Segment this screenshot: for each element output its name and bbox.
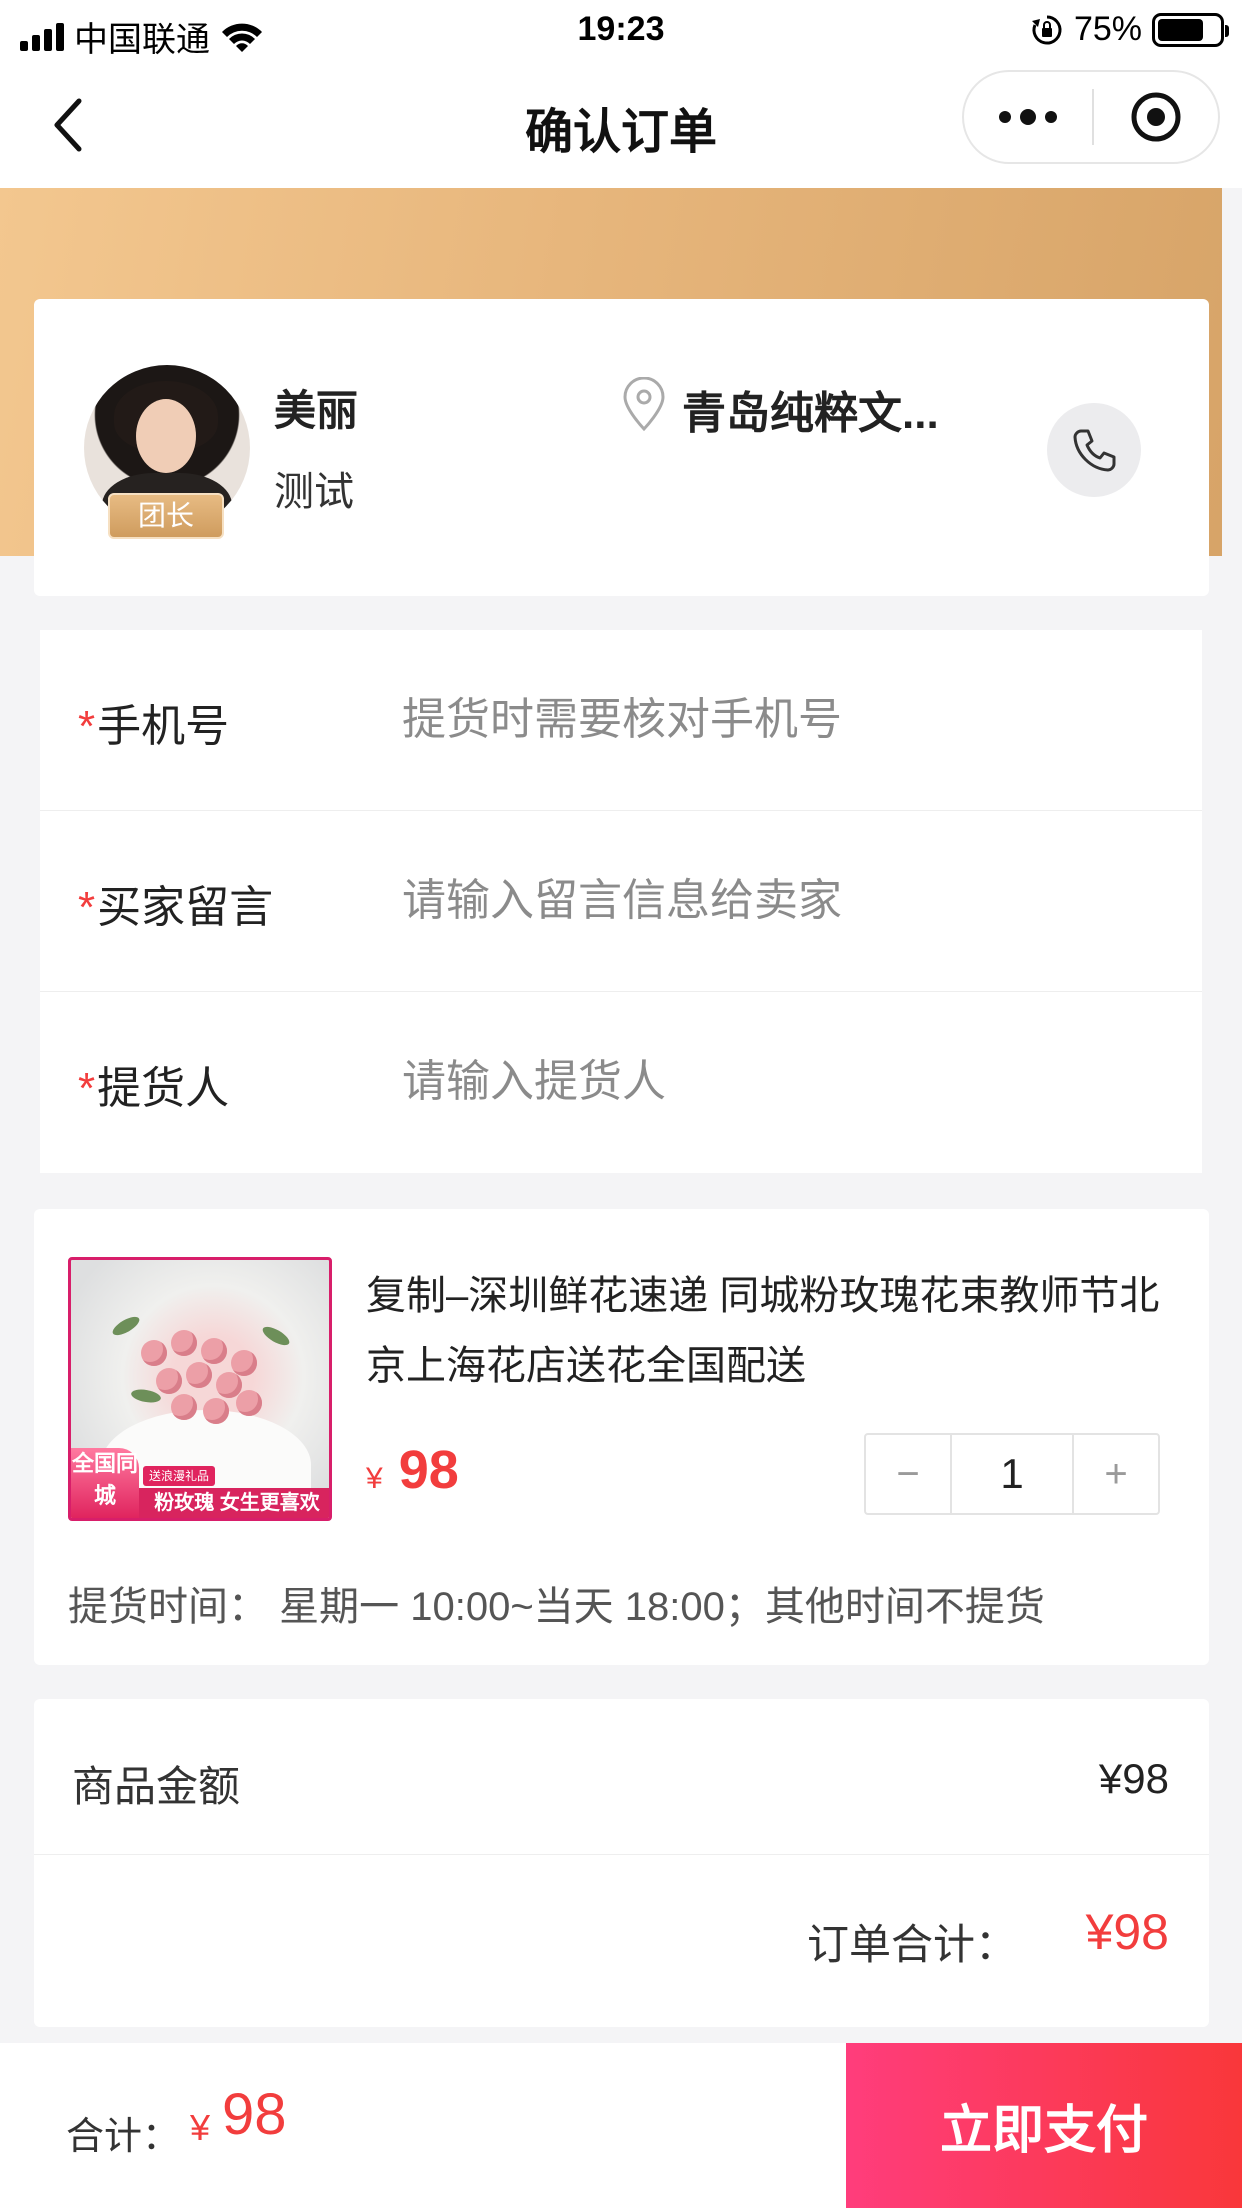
goods-amount-label: 商品金额 bbox=[72, 1763, 241, 1810]
goods-amount-value: ¥98 bbox=[1098, 1755, 1169, 1802]
phone-input[interactable] bbox=[402, 678, 1162, 762]
nav-bar: 确认订单 bbox=[0, 64, 1242, 188]
miniprogram-capsule bbox=[962, 70, 1220, 164]
status-right: 75% bbox=[1030, 10, 1229, 49]
battery-percent: 75% bbox=[1073, 10, 1142, 48]
buyer-message-input[interactable] bbox=[402, 859, 1162, 943]
pickup-location[interactable]: 青岛纯粹文... bbox=[682, 377, 939, 441]
pickup-person-label: *提货人 bbox=[78, 1052, 229, 1116]
pay-now-button[interactable]: 立即支付 bbox=[846, 2043, 1242, 2208]
required-mark: * bbox=[78, 702, 96, 751]
product-price: ¥98 bbox=[366, 1439, 459, 1501]
target-close-icon bbox=[1131, 92, 1181, 142]
product-image-caption: 粉玫瑰 女生更喜欢 bbox=[139, 1488, 329, 1518]
product-card: 送浪漫礼品 全国同城 粉玫瑰 女生更喜欢 复制–深圳鲜花速递 同城粉玫瑰花束教师… bbox=[34, 1209, 1209, 1665]
phone-icon bbox=[1073, 429, 1116, 472]
phone-label: *手机号 bbox=[78, 690, 229, 754]
order-form: *手机号 *买家留言 *提货人 bbox=[40, 630, 1202, 1173]
rotation-lock-icon bbox=[1031, 15, 1062, 44]
leader-subtitle: 测试 bbox=[274, 470, 354, 514]
pickup-time: 提货时间： 星期一 10:00~当天 18:00；其他时间不提货 bbox=[68, 1585, 1045, 1629]
quantity-stepper: − 1 + bbox=[864, 1433, 1160, 1515]
checkout-currency: ¥ bbox=[190, 2107, 211, 2148]
product-image[interactable]: 送浪漫礼品 全国同城 粉玫瑰 女生更喜欢 bbox=[68, 1257, 332, 1521]
group-leader-card: 团长 美丽 测试 青岛纯粹文... bbox=[34, 299, 1209, 596]
message-label: *买家留言 bbox=[78, 871, 273, 935]
required-mark: * bbox=[78, 883, 96, 932]
pickup-person-input[interactable] bbox=[402, 1040, 1162, 1124]
product-image-tag: 全国同城 bbox=[71, 1448, 139, 1518]
form-row-phone: *手机号 bbox=[40, 630, 1202, 811]
checkout-bar: 合计： ¥ 98 立即支付 bbox=[0, 2043, 1242, 2208]
increase-quantity-button[interactable]: + bbox=[1074, 1435, 1158, 1513]
currency-symbol: ¥ bbox=[366, 1462, 383, 1495]
status-bar: 中国联通 19:23 75% bbox=[0, 0, 1242, 64]
more-dot-icon bbox=[1045, 111, 1057, 123]
required-mark: * bbox=[78, 1064, 96, 1113]
checkout-total-value: 98 bbox=[222, 2082, 287, 2147]
order-summary: 商品金额 ¥98 订单合计： ¥98 bbox=[34, 1699, 1209, 2027]
decrease-quantity-button[interactable]: − bbox=[866, 1435, 950, 1513]
location-pin-icon bbox=[623, 377, 665, 432]
message-label-text: 买家留言 bbox=[97, 883, 274, 932]
more-button[interactable] bbox=[964, 72, 1092, 162]
form-row-pickup-person: *提货人 bbox=[40, 992, 1202, 1173]
form-row-message: *买家留言 bbox=[40, 811, 1202, 992]
avatar-wrap: 团长 bbox=[84, 365, 250, 539]
pickup-person-label-text: 提货人 bbox=[97, 1064, 230, 1113]
call-leader-button[interactable] bbox=[1047, 403, 1141, 497]
order-total-label: 订单合计： bbox=[806, 1921, 1017, 1968]
checkout-total-label: 合计： bbox=[66, 2116, 181, 2158]
product-title[interactable]: 复制–深圳鲜花速递 同城粉玫瑰花束教师节北京上海花店送花全国配送 bbox=[366, 1261, 1166, 1401]
close-miniprogram-button[interactable] bbox=[1094, 72, 1218, 162]
more-dot-icon bbox=[999, 111, 1011, 123]
more-dot-icon bbox=[1020, 109, 1036, 125]
phone-label-text: 手机号 bbox=[97, 702, 230, 751]
battery-fill bbox=[1158, 18, 1203, 41]
goods-amount-row: 商品金额 ¥98 bbox=[34, 1699, 1209, 1855]
battery-icon bbox=[1152, 12, 1229, 47]
quantity-value[interactable]: 1 bbox=[950, 1435, 1074, 1513]
product-price-value: 98 bbox=[398, 1440, 459, 1500]
leader-name: 美丽 bbox=[274, 387, 359, 434]
leader-badge: 团长 bbox=[108, 493, 224, 539]
product-image-mini-tag: 送浪漫礼品 bbox=[143, 1466, 216, 1486]
order-total-value: ¥98 bbox=[1085, 1904, 1169, 1960]
